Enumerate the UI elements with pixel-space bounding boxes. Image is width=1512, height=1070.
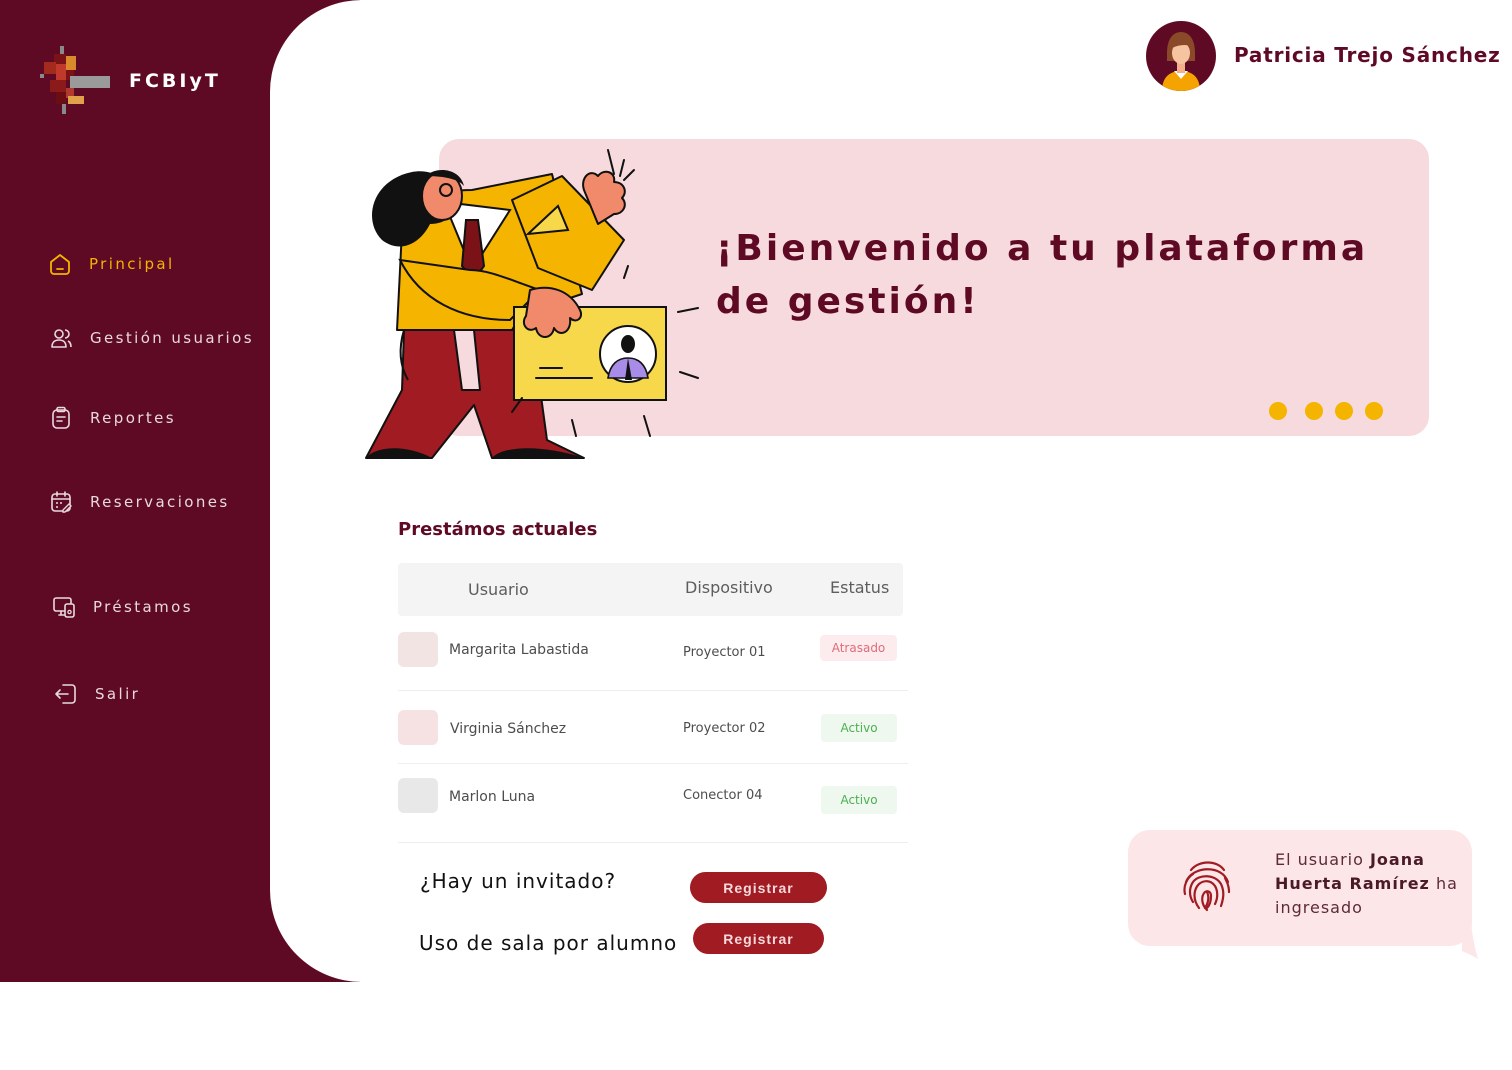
notification-prefix: El usuario	[1275, 850, 1364, 869]
sidebar-item-reportes[interactable]: Reportes	[48, 405, 176, 431]
sidebar-item-reservaciones[interactable]: Reservaciones	[48, 489, 230, 515]
guest-question: ¿Hay un invitado?	[420, 869, 617, 893]
sidebar-item-principal[interactable]: Principal	[47, 251, 175, 277]
sidebar-item-label: Salir	[95, 685, 141, 703]
row-divider	[398, 690, 908, 691]
row-avatar	[398, 632, 438, 667]
table-row[interactable]: Virginia Sánchez Proyector 02 Activo	[398, 710, 908, 760]
row-device: Conector 04	[683, 788, 763, 803]
column-header-dispositivo[interactable]: Dispositivo	[685, 578, 773, 597]
status-badge: Activo	[821, 786, 897, 814]
carousel-dot[interactable]	[1335, 402, 1353, 420]
sidebar-item-salir[interactable]: Salir	[53, 681, 140, 707]
table-header: Usuario Dispositivo Estatus	[398, 563, 903, 616]
row-device: Proyector 02	[683, 721, 766, 736]
table-row[interactable]: Margarita Labastida Proyector 01 Atrasad…	[398, 632, 908, 682]
sidebar-item-label: Principal	[89, 255, 175, 273]
row-divider	[398, 842, 908, 843]
sidebar-item-label: Gestión usuarios	[90, 329, 254, 347]
brand-name: FCBIyT	[129, 70, 221, 92]
carousel-dots	[1269, 402, 1383, 420]
row-divider	[398, 763, 908, 764]
row-user: Marlon Luna	[449, 789, 536, 805]
devices-icon	[53, 597, 75, 618]
clipboard-icon	[52, 406, 70, 429]
carousel-dot[interactable]	[1365, 402, 1383, 420]
users-icon	[51, 329, 72, 348]
sidebar-item-gestion-usuarios[interactable]: Gestión usuarios	[48, 325, 254, 351]
person-with-id-card-icon	[365, 149, 699, 459]
avatar[interactable]	[1146, 21, 1216, 91]
column-header-estatus[interactable]: Estatus	[830, 578, 889, 597]
student-room-question: Uso de sala por alumno	[419, 931, 678, 955]
home-icon	[50, 254, 70, 275]
table-row[interactable]: Marlon Luna Conector 04 Activo	[398, 778, 908, 828]
brand-logo[interactable]: FCBIyT	[40, 44, 218, 116]
logout-icon	[55, 684, 76, 704]
user-avatar-icon	[1162, 32, 1200, 91]
notification-message: El usuario Joana Huerta Ramírez ha ingre…	[1275, 848, 1465, 920]
row-avatar	[398, 710, 438, 745]
fingerprint-icon	[1183, 861, 1231, 912]
loans-section-title: Prestámos actuales	[398, 519, 598, 540]
sidebar-item-prestamos[interactable]: Préstamos	[51, 594, 193, 620]
user-name[interactable]: Patricia Trejo Sánchez	[1234, 43, 1501, 67]
calendar-icon	[51, 491, 72, 513]
row-avatar	[398, 778, 438, 813]
sidebar-item-label: Reportes	[90, 409, 176, 427]
sidebar-item-label: Reservaciones	[90, 493, 230, 511]
row-device: Proyector 01	[683, 645, 766, 660]
register-student-button[interactable]: Registrar	[693, 923, 824, 954]
carousel-dot[interactable]	[1305, 402, 1323, 420]
row-user: Margarita Labastida	[449, 642, 589, 658]
sidebar-item-label: Préstamos	[93, 598, 193, 616]
carousel-dot[interactable]	[1269, 402, 1287, 420]
banner-title: ¡Bienvenido a tu plataforma de gestión!	[716, 228, 1369, 322]
row-user: Virginia Sánchez	[450, 721, 567, 737]
logo-icon	[40, 46, 110, 114]
status-badge: Activo	[821, 714, 897, 742]
register-guest-button[interactable]: Registrar	[690, 872, 827, 903]
status-badge: Atrasado	[820, 635, 897, 661]
column-header-usuario[interactable]: Usuario	[468, 580, 529, 599]
welcome-illustration	[362, 140, 712, 469]
